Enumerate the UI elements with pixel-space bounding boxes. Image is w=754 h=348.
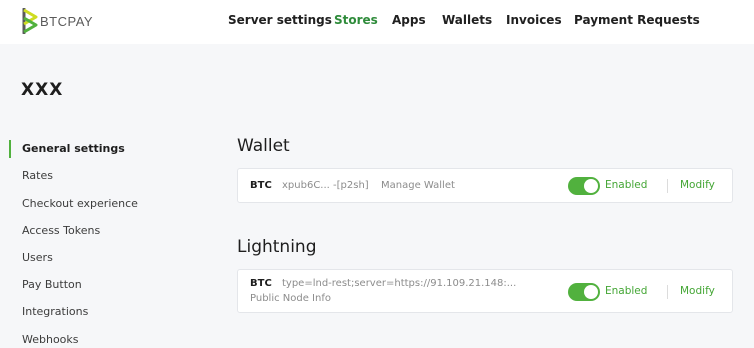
lightning-status-label: Enabled <box>605 285 648 297</box>
nav-wallets[interactable]: Wallets <box>442 13 492 27</box>
lightning-card: BTC type=lnd-rest;server=https://91.109.… <box>237 269 733 313</box>
wallet-modify-link[interactable]: Modify <box>680 179 715 191</box>
sidebar-item-general-settings[interactable]: General settings <box>22 142 125 155</box>
lightning-section-title: Lightning <box>237 237 317 257</box>
wallet-enabled-toggle[interactable] <box>568 177 600 195</box>
sidebar-item-pay-button[interactable]: Pay Button <box>22 278 82 291</box>
nav-payment-requests[interactable]: Payment Requests <box>574 13 700 27</box>
wallet-section-title: Wallet <box>237 136 290 156</box>
lightning-currency: BTC <box>250 278 272 289</box>
sidebar-item-integrations[interactable]: Integrations <box>22 305 88 318</box>
store-title: XXX <box>21 80 64 100</box>
sidebar-item-webhooks[interactable]: Webhooks <box>22 333 79 346</box>
sidebar-item-rates[interactable]: Rates <box>22 169 53 182</box>
divider <box>667 285 668 299</box>
sidebar-item-users[interactable]: Users <box>22 251 53 264</box>
sidebar-item-access-tokens[interactable]: Access Tokens <box>22 224 100 237</box>
main-nav: Server settings Stores Apps Wallets Invo… <box>0 13 754 31</box>
wallet-currency: BTC <box>250 180 272 191</box>
sidebar-item-checkout-experience[interactable]: Checkout experience <box>22 197 138 210</box>
lightning-connection-string: type=lnd-rest;server=https://91.109.21.1… <box>282 278 517 289</box>
wallet-status-label: Enabled <box>605 179 648 191</box>
wallet-derivation-scheme: xpub6C... -[p2sh] <box>282 180 369 191</box>
public-node-info-link[interactable]: Public Node Info <box>250 293 331 304</box>
lightning-modify-link[interactable]: Modify <box>680 285 715 297</box>
top-navbar: BTCPAY Server settings Stores Apps Walle… <box>0 0 754 44</box>
wallet-card: BTC xpub6C... -[p2sh] Manage Wallet Enab… <box>237 168 733 203</box>
divider <box>667 179 668 193</box>
nav-stores[interactable]: Stores <box>334 13 378 27</box>
nav-apps[interactable]: Apps <box>392 13 426 27</box>
sidebar-active-indicator <box>9 140 11 158</box>
nav-invoices[interactable]: Invoices <box>506 13 562 27</box>
toggle-knob <box>584 285 598 299</box>
lightning-enabled-toggle[interactable] <box>568 283 600 301</box>
manage-wallet-link[interactable]: Manage Wallet <box>381 180 455 191</box>
toggle-knob <box>584 179 598 193</box>
nav-server-settings[interactable]: Server settings <box>228 13 332 27</box>
